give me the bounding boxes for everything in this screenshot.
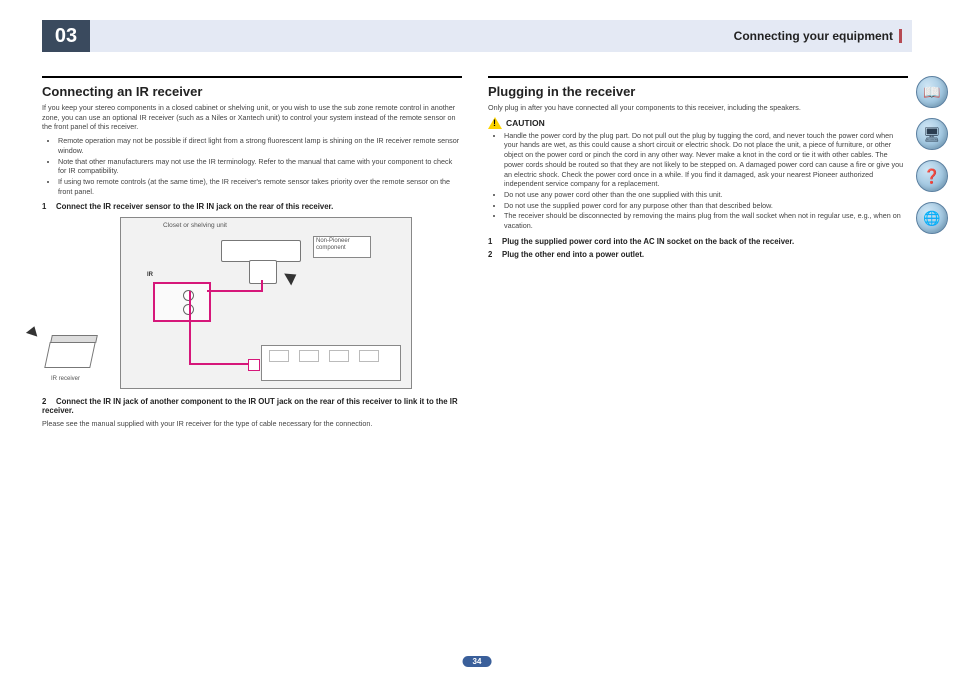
left-step-2-text: Connect the IR IN jack of another compon… (42, 397, 458, 415)
wire-icon (189, 363, 251, 365)
right-step-2-text: Plug the other end into a power outlet. (502, 250, 644, 259)
left-bullet-2: If using two remote controls (at the sam… (58, 177, 462, 196)
left-bullet-1: Note that other manufacturers may not us… (58, 157, 462, 176)
diagram-closet-label: Closet or shelving unit (163, 222, 227, 229)
diagram-cutout (269, 350, 289, 362)
left-heading: Connecting an IR receiver (42, 84, 462, 99)
diagram-ir-receiver-label: IR receiver (51, 376, 80, 382)
ir-diagram: Closet or shelving unit Non-Pioneer comp… (120, 217, 412, 389)
header-right: Connecting your equipment (90, 20, 912, 52)
diagram-cutout (299, 350, 319, 362)
right-intro: Only plug in after you have connected al… (488, 103, 908, 113)
diagram-ir-label: IR (147, 272, 153, 278)
right-step-2: 2Plug the other end into a power outlet. (488, 250, 908, 259)
left-column: Connecting an IR receiver If you keep yo… (42, 76, 462, 433)
left-bullet-0: Remote operation may not be possible if … (58, 136, 462, 155)
right-step-1-text: Plug the supplied power cord into the AC… (502, 237, 794, 246)
diagram-cutout (329, 350, 349, 362)
left-step-1-text: Connect the IR receiver sensor to the IR… (56, 202, 333, 211)
rule (488, 76, 908, 78)
diagram-ir-receiver (41, 334, 101, 368)
diagram-mini-plug (248, 359, 260, 371)
arrow-icon (284, 269, 300, 286)
left-bullets: Remote operation may not be possible if … (42, 136, 462, 196)
right-bullet-2: Do not use the supplied power cord for a… (504, 201, 908, 211)
page-number: 34 (463, 656, 492, 667)
side-icon-strip: 📖 🖥 ❓ 🌐 (916, 76, 948, 234)
wire-icon (261, 280, 263, 292)
diagram-cutout (359, 350, 379, 362)
left-step-2: 2Connect the IR IN jack of another compo… (42, 397, 462, 415)
caution-label: CAUTION (506, 118, 545, 128)
right-column: Plugging in the receiver Only plug in af… (488, 76, 908, 433)
diagram-callout: Non-Pioneer component (313, 236, 371, 258)
diagram-component-box (221, 240, 301, 262)
arrow-icon (26, 325, 40, 337)
wire-icon (189, 291, 191, 365)
diagram-ir-port (249, 260, 277, 284)
rule (42, 76, 462, 78)
left-step-1: 1Connect the IR receiver sensor to the I… (42, 202, 462, 211)
right-step-1: 1Plug the supplied power cord into the A… (488, 237, 908, 246)
left-intro: If you keep your stereo components in a … (42, 103, 462, 132)
caution-row: CAUTION (488, 117, 908, 129)
book-icon[interactable]: 📖 (916, 76, 948, 108)
header-title: Connecting your equipment (734, 29, 902, 43)
network-icon[interactable]: 🌐 (916, 202, 948, 234)
hardware-icon[interactable]: 🖥 (916, 118, 948, 150)
help-icon[interactable]: ❓ (916, 160, 948, 192)
caution-icon (488, 117, 502, 129)
right-bullet-3: The receiver should be disconnected by r… (504, 211, 908, 230)
right-heading: Plugging in the receiver (488, 84, 908, 99)
header-bar: 03 Connecting your equipment (42, 20, 912, 52)
wire-icon (207, 290, 261, 292)
left-step-2-note: Please see the manual supplied with your… (42, 419, 462, 429)
diagram-ir-jack-highlight (153, 282, 211, 322)
right-bullets: Handle the power cord by the plug part. … (488, 131, 908, 231)
chapter-number: 03 (42, 20, 90, 52)
right-bullet-0: Handle the power cord by the plug part. … (504, 131, 908, 189)
right-bullet-1: Do not use any power cord other than the… (504, 190, 908, 200)
